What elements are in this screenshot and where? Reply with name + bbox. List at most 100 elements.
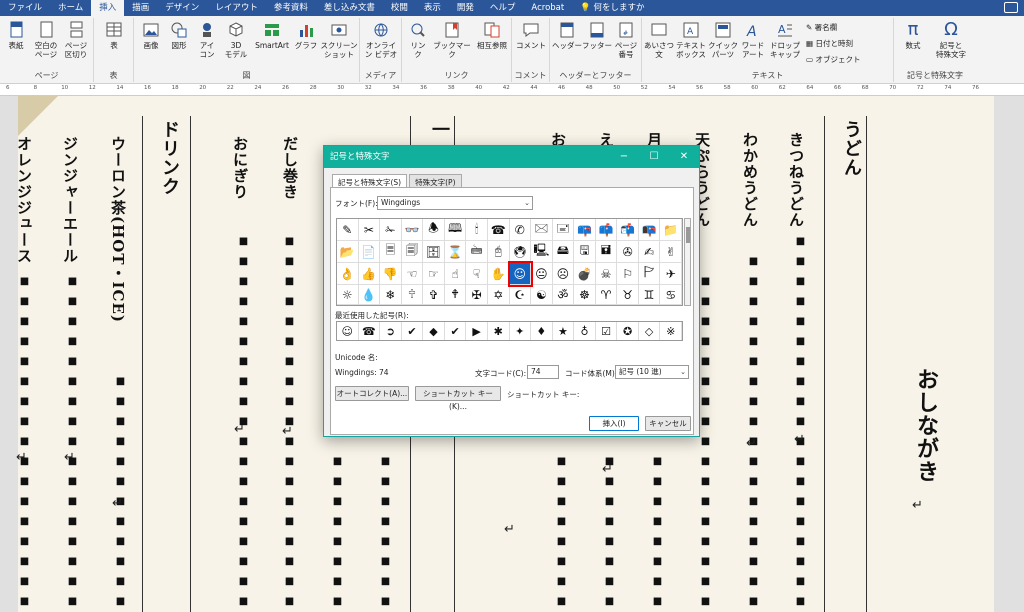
tab-home[interactable]: ホーム [50,0,91,16]
recent-symbol-cell[interactable]: ◆ [423,322,445,340]
symbol-cell[interactable]: 🗐 [401,241,424,263]
bookmark-button[interactable]: ブックマーク [432,21,472,59]
symbol-cell[interactable]: ✍ [638,241,661,263]
symbol-cell[interactable]: 📫 [595,219,618,241]
shapes-button[interactable]: 図形 [166,21,192,50]
smartart-button[interactable]: SmartArt [252,21,292,50]
symbol-cell[interactable]: ❄ [380,285,402,305]
tab-insert[interactable]: 挿入 [91,0,125,16]
symbol-cell[interactable]: 🖬 [595,241,618,263]
tab-acrobat[interactable]: Acrobat [523,0,572,16]
symbol-cell[interactable]: ♈ [595,285,618,305]
recent-symbol-cell[interactable]: ☑ [596,322,618,340]
page-break-button[interactable]: ページ 区切り [62,21,90,59]
symbol-cell[interactable]: 🖂 [531,219,553,241]
symbol-cell[interactable]: 🕮 [444,219,467,241]
shortcut-key-button[interactable]: ショートカット キー(K)... [415,386,501,411]
icons-button[interactable]: アイ コン [196,21,218,59]
footer-button[interactable]: フッター [582,21,612,50]
cross-reference-button[interactable]: 相互参照 [474,21,510,50]
recent-symbol-cell[interactable]: ▶ [466,322,488,340]
insert-button[interactable]: 挿入(I) [589,416,639,431]
symbol-cell[interactable]: ♉ [617,285,639,305]
symbol-cell[interactable]: 👓 [401,219,424,241]
wordart-button[interactable]: A ワード アート [738,21,768,59]
recent-symbol-cell[interactable]: ✪ [617,322,639,340]
symbol-cell[interactable]: ☸ [574,285,596,305]
recent-symbol-cell[interactable]: ✔ [445,322,467,340]
link-button[interactable]: リン ク [406,21,430,59]
picture-button[interactable]: 画像 [138,21,164,50]
symbol-cell[interactable]: 🖳 [531,241,553,263]
symbol-cell[interactable]: 🕈 [444,285,467,305]
symbol-cell[interactable]: ☎ [487,219,510,241]
recent-symbol-cell[interactable]: ♁ [574,322,596,340]
symbol-cell[interactable]: 📭 [638,219,661,241]
symbol-cell[interactable]: 🕭 [423,219,445,241]
date-time-button[interactable]: ▦ 日付と時刻 [806,38,853,49]
recent-symbol-cell[interactable]: ※ [660,322,682,340]
comments-icon[interactable] [1004,2,1018,13]
symbol-cell[interactable]: ✠ [466,285,488,305]
tab-review[interactable]: 校閲 [383,0,416,16]
symbol-cell-selected[interactable]: ☺ [507,261,534,287]
page-number-button[interactable]: # ページ 番号 [612,21,640,59]
close-icon[interactable]: ✕ [669,146,699,168]
3d-models-button[interactable]: 3D モデル [222,21,250,59]
symbol-cell[interactable]: ☹ [552,263,575,285]
symbol-cell[interactable]: 🗄 [423,241,445,263]
cover-page-button[interactable]: 表紙 [4,21,28,50]
symbol-cell[interactable]: 📬 [617,219,639,241]
symbol-cell[interactable]: ✂ [358,219,381,241]
symbol-cell[interactable]: ॐ [552,285,575,305]
symbol-cell[interactable]: ✆ [509,219,532,241]
symbol-cell[interactable]: ☝ [444,263,467,285]
symbol-cell[interactable]: ♊ [638,285,661,305]
tab-design[interactable]: デザイン [157,0,207,16]
symbol-cell[interactable]: ☞ [423,263,445,285]
symbol-cell[interactable]: 🖃 [552,219,575,241]
greeting-button[interactable]: あいさつ 文 [644,21,674,59]
symbol-cell[interactable]: ✈ [660,263,682,285]
recent-symbol-cell[interactable]: ✱ [488,322,510,340]
symbol-cell[interactable]: ☪ [509,285,532,305]
table-button[interactable]: 表 [102,21,126,50]
recent-symbol-cell[interactable]: ✔ [402,322,424,340]
screenshot-button[interactable]: スクリーン ショット [320,21,358,59]
tab-file[interactable]: ファイル [0,0,50,16]
maximize-icon[interactable]: ☐ [639,146,669,168]
symbol-button[interactable]: Ω 記号と 特殊文字 [930,21,972,60]
autocorrect-button[interactable]: オートコレクト(A)... [335,386,409,401]
symbol-cell[interactable]: ✁ [380,219,402,241]
new-comment-button[interactable]: コメント [514,21,548,50]
symbol-cell[interactable]: ☟ [466,263,488,285]
symbol-cell[interactable]: 🖰 [487,241,510,263]
recent-symbol-cell[interactable]: ☎ [359,322,381,340]
recent-symbol-cell[interactable]: ♦ [531,322,553,340]
symbol-cell[interactable]: 📁 [660,219,682,241]
object-button[interactable]: ▭ オブジェクト [806,54,860,65]
tab-developer[interactable]: 開発 [449,0,482,16]
blank-page-button[interactable]: 空白の ページ [32,21,60,59]
symbol-cell[interactable]: 🖲 [509,241,532,263]
recent-symbol-cell[interactable]: ★ [553,322,575,340]
signature-line-button[interactable]: ✎ 署名欄 [806,22,837,33]
symbol-cell[interactable]: 👍 [358,263,381,285]
symbol-cell[interactable]: ⚐ [617,263,639,285]
equation-button[interactable]: π 数式 [898,21,928,51]
symbol-cell[interactable]: ⌛ [444,241,467,263]
font-select[interactable]: Wingdings ⌄ [377,196,533,210]
recent-symbol-cell[interactable]: ◇ [639,322,661,340]
symbol-cell[interactable]: ☠ [595,263,618,285]
symbol-cell[interactable]: ✎ [337,219,359,241]
symbol-cell[interactable]: ✋ [487,263,510,285]
symbol-cell[interactable]: ☜ [401,263,424,285]
recent-symbol-cell[interactable]: ☺ [337,322,359,340]
symbol-cell[interactable]: 📪 [574,219,596,241]
symbol-cell[interactable]: ✌ [660,241,682,263]
quick-parts-button[interactable]: クイック パーツ [708,21,738,59]
tab-mailings[interactable]: 差し込み文書 [316,0,383,16]
scrollbar-thumb[interactable] [686,227,690,243]
tab-draw[interactable]: 描画 [124,0,157,16]
recent-symbol-cell[interactable]: ➲ [380,322,402,340]
